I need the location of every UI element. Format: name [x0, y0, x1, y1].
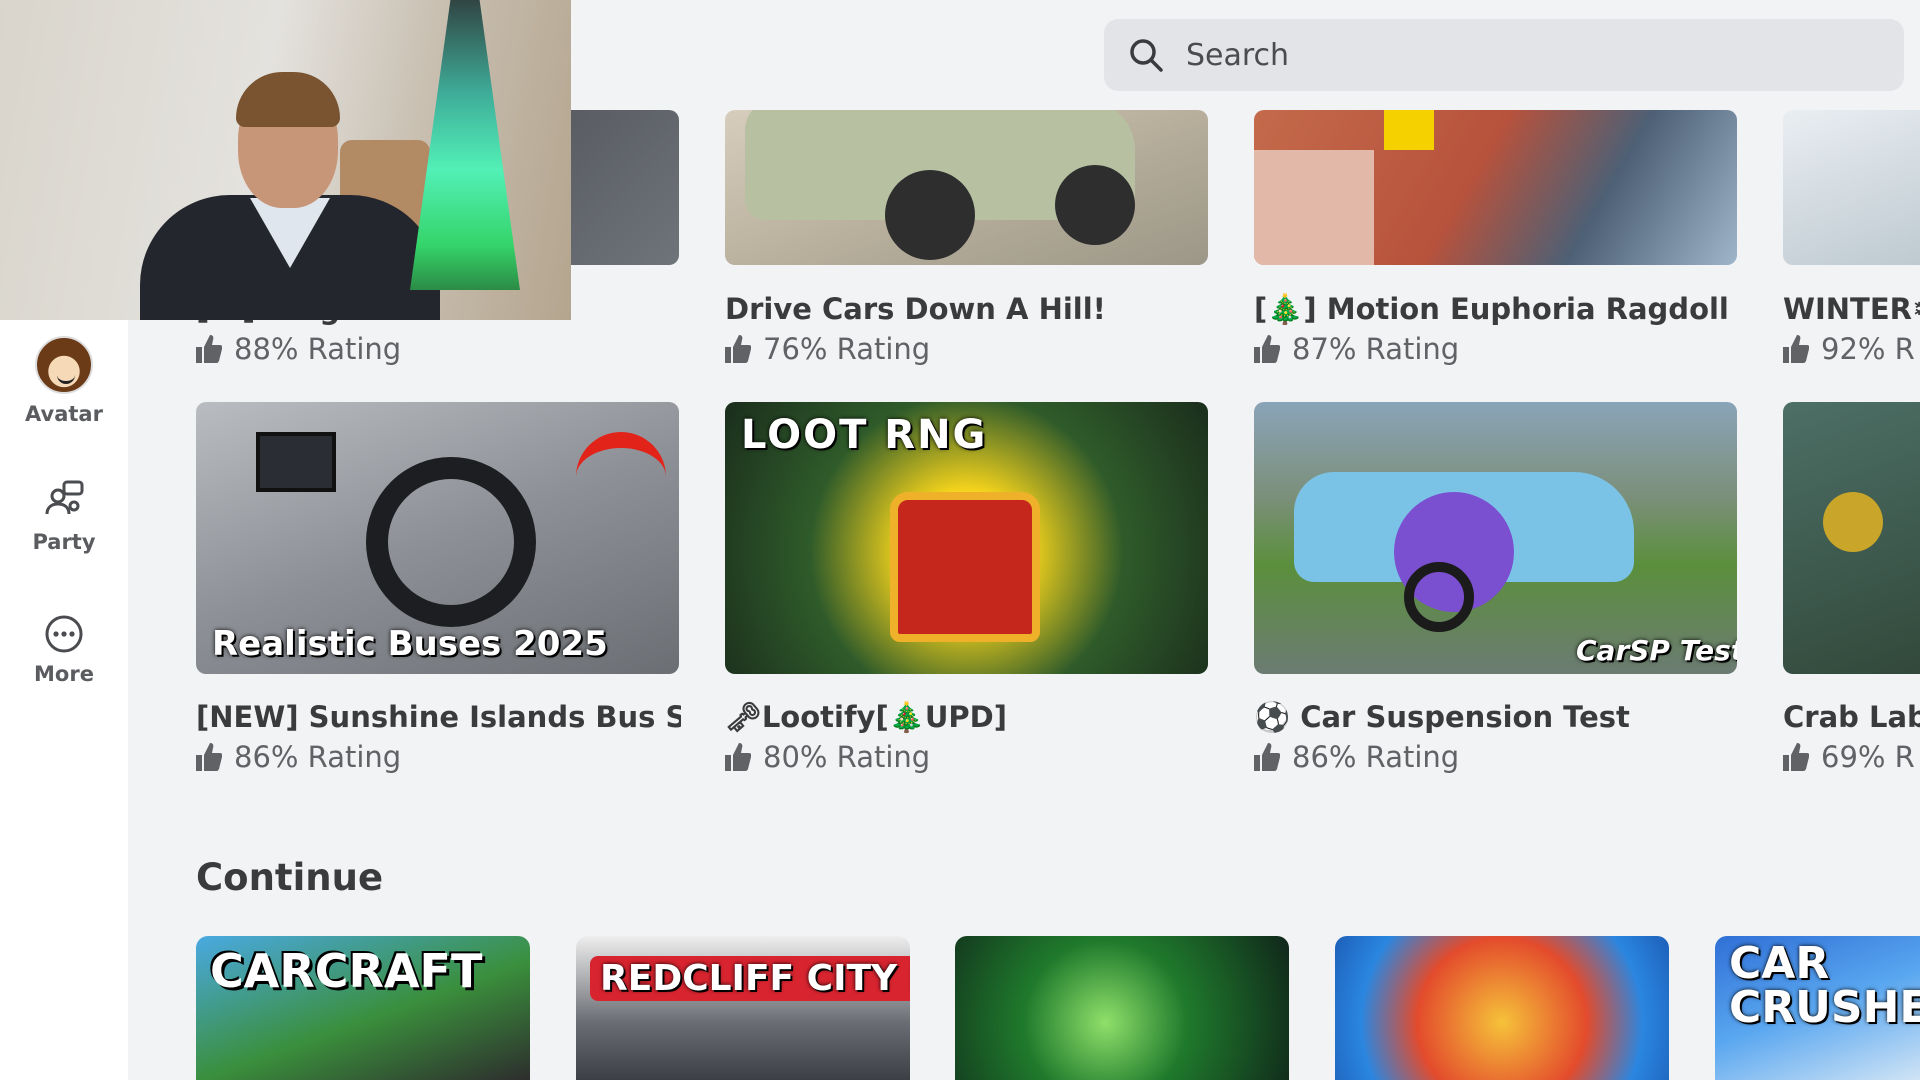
thumbnail-text: CarSP Test [1576, 634, 1737, 667]
sidebar-item-label: Party [32, 530, 96, 554]
thumbs-up-icon [1783, 335, 1809, 363]
game-rating: 80% Rating [725, 740, 1205, 774]
game-thumbnail[interactable]: LOOT RNG [725, 402, 1208, 674]
party-icon [45, 480, 84, 515]
game-title[interactable]: Crab Lab [1783, 700, 1920, 734]
game-title[interactable]: Drive Cars Down A Hill! [725, 292, 1210, 326]
search-bar[interactable]: Search [1104, 19, 1904, 91]
game-title[interactable]: [NEW] Sunshine Islands Bus S... [196, 700, 681, 734]
game-thumbnail[interactable]: Realistic Buses 2025 [196, 402, 679, 674]
thumbs-up-icon [196, 335, 222, 363]
game-rating: 87% Rating [1254, 332, 1734, 366]
search-input[interactable]: Search [1186, 38, 1289, 73]
game-rating: 86% Rating [196, 740, 676, 774]
thumbs-up-icon [1783, 743, 1809, 771]
game-title[interactable]: ⚽ Car Suspension Test [1254, 700, 1739, 735]
thumbnail-text: CAR CRUSHE [1729, 938, 1920, 1033]
continue-game-thumbnail[interactable] [1335, 936, 1669, 1080]
section-heading-continue[interactable]: Continue [196, 856, 383, 899]
sidebar-item-more[interactable]: More [0, 614, 128, 686]
thumbs-up-icon [725, 743, 751, 771]
webcam-overlay [0, 0, 571, 320]
continue-game-thumbnail[interactable]: CAR CRUSHE [1715, 936, 1920, 1080]
game-rating: 86% Rating [1254, 740, 1734, 774]
rating-text: 69% R [1821, 740, 1915, 774]
rating-text: 86% Rating [1292, 740, 1460, 774]
sidebar-item-party[interactable]: Party [0, 478, 128, 554]
thumbs-up-icon [725, 335, 751, 363]
game-thumbnail[interactable] [1254, 110, 1737, 265]
game-rating: 76% Rating [725, 332, 1205, 366]
sidebar-item-label: More [34, 662, 94, 686]
rating-text: 80% Rating [763, 740, 931, 774]
game-rating: 88% Rating [196, 332, 676, 366]
sidebar-item-avatar[interactable]: Avatar [0, 336, 128, 426]
search-icon [1130, 39, 1163, 72]
game-title[interactable]: [🎄] Motion Euphoria Ragdoll [1254, 292, 1739, 327]
game-thumbnail[interactable]: CarSP Test [1254, 402, 1737, 674]
thumbnail-text: Realistic Buses 2025 [212, 624, 608, 664]
game-rating: 92% R [1783, 332, 1920, 366]
continue-game-thumbnail[interactable]: CARCRAFT [196, 936, 530, 1080]
sidebar-item-label: Avatar [25, 402, 103, 426]
avatar-icon [35, 336, 93, 394]
thumbs-up-icon [1254, 335, 1280, 363]
continue-game-thumbnail[interactable] [955, 936, 1289, 1080]
game-title[interactable]: 🗝Lootify[🎄UPD] [725, 700, 1210, 735]
game-rating: 69% R [1783, 740, 1920, 774]
game-title[interactable]: WINTER❄ [1783, 292, 1920, 326]
rating-text: 92% R [1821, 332, 1915, 366]
home-screen: Avatar Party More Search 88% Rating Driv… [0, 0, 1920, 1080]
thumbnail-text: LOOT RNG [741, 412, 988, 458]
rating-text: 88% Rating [234, 332, 402, 366]
game-thumbnail[interactable] [1783, 110, 1920, 265]
rating-text: 76% Rating [763, 332, 931, 366]
thumbs-up-icon [1254, 743, 1280, 771]
game-thumbnail[interactable] [1783, 402, 1920, 674]
thumbnail-text: REDCLIFF CITY RP [590, 956, 910, 1001]
rating-text: 86% Rating [234, 740, 402, 774]
game-thumbnail[interactable] [725, 110, 1208, 265]
thumbnail-text: CARCRAFT [210, 944, 483, 998]
more-icon [45, 615, 83, 653]
continue-game-thumbnail[interactable]: REDCLIFF CITY RP [576, 936, 910, 1080]
thumbs-up-icon [196, 743, 222, 771]
rating-text: 87% Rating [1292, 332, 1460, 366]
